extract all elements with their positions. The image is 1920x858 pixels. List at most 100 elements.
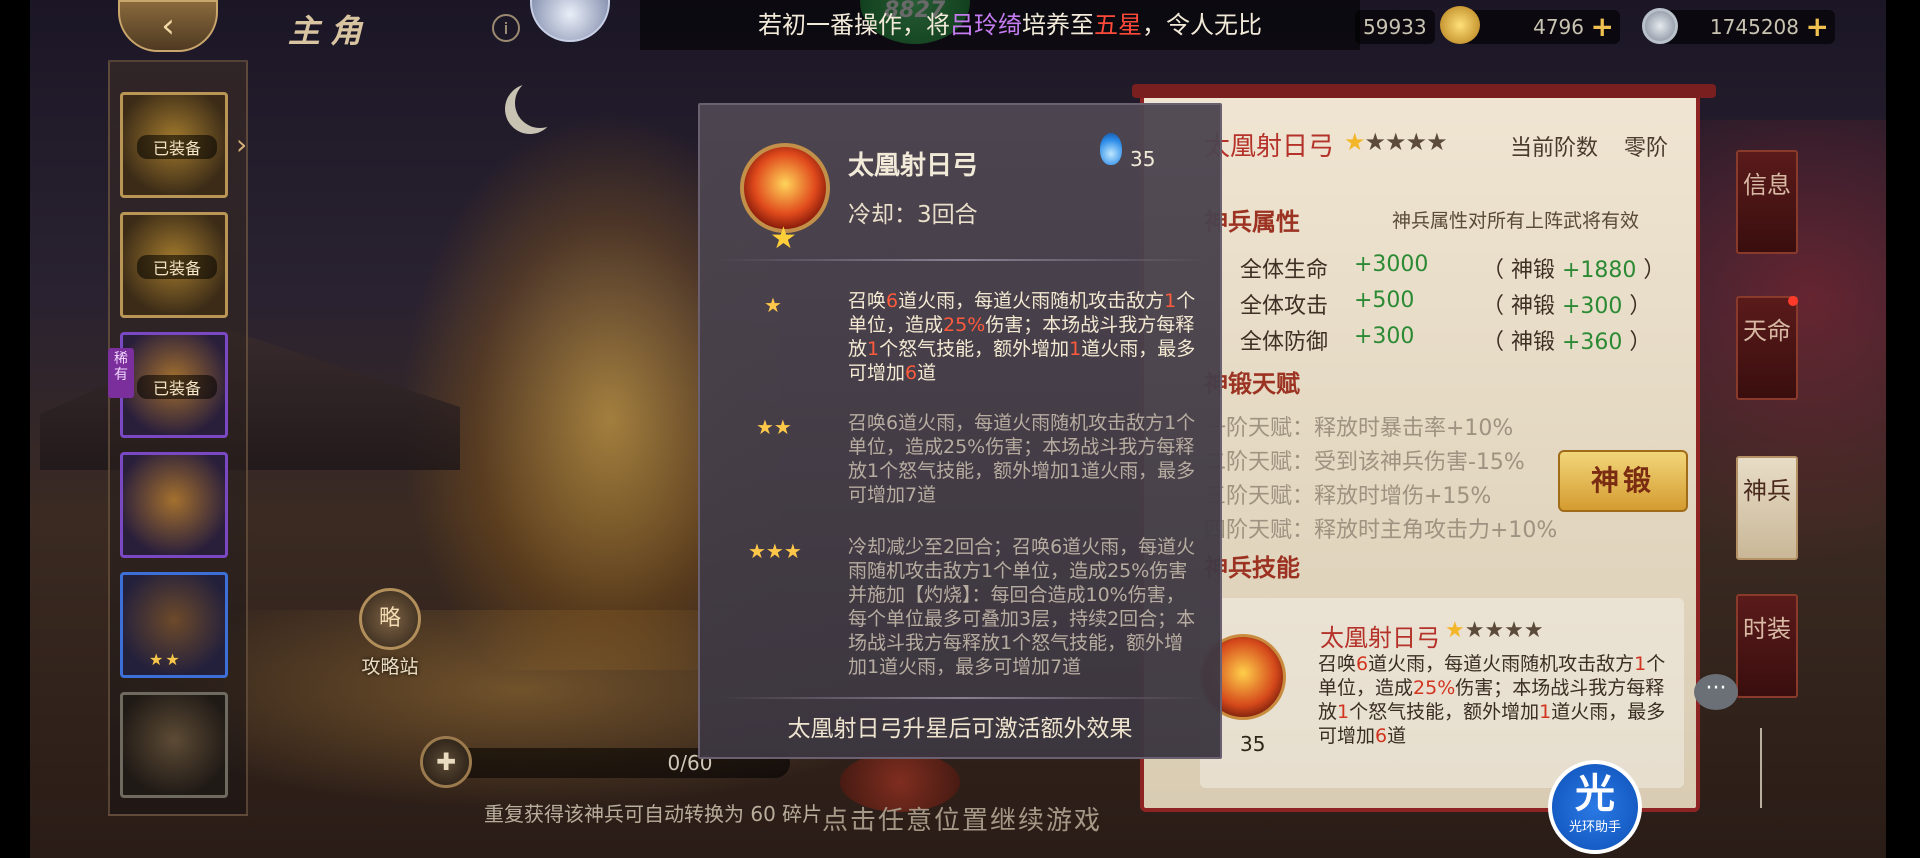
star-lit: ★ — [1445, 618, 1465, 643]
logo-glyph: 光 — [1575, 771, 1615, 817]
weapon-slot-3[interactable]: 已装备 — [120, 332, 228, 438]
add-coin-button[interactable]: + — [1806, 10, 1829, 44]
add-gold-button[interactable]: + — [1591, 10, 1614, 44]
talent-item: 一阶天赋：释放时暴击率+10% — [1204, 416, 1514, 441]
talent-item: 四阶天赋：释放时主角攻击力+10% — [1204, 518, 1558, 543]
chevron-right-icon[interactable]: › — [236, 128, 256, 168]
marquee-rank: 五星 — [1094, 11, 1142, 39]
auto-convert-note: 重复获得该神兵可自动转换为 60 碎片 — [484, 802, 823, 826]
talent-item: 二阶天赋：受到该神兵伤害-15% — [1204, 450, 1525, 475]
weapon-slot-6[interactable] — [120, 692, 228, 798]
bonus-label: （ 神锻 — [1482, 294, 1555, 319]
broadcast-marquee: 若初一番操作，将吕玲绮培养至五星，令人无比 — [640, 0, 1360, 50]
notification-dot — [1788, 296, 1798, 306]
weapon-info-panel: 太凰射日弓 ★★★★★ 当前阶数 零阶 神兵属性 神兵属性对所有上阵武将有效 全… — [1132, 84, 1716, 812]
info-icon[interactable]: i — [492, 14, 520, 42]
weapon-list: 已装备 已装备 已装备 ★★ — [108, 60, 248, 816]
tab-info[interactable]: 信息 — [1736, 150, 1798, 254]
temple-roof — [40, 330, 460, 470]
tooltip-cooldown: 冷却：3回合 — [848, 202, 978, 228]
desc-highlight: 6 — [1356, 653, 1369, 675]
shenduan-button[interactable]: 神锻 — [1558, 450, 1688, 512]
tab-destiny[interactable]: 天命 — [1736, 296, 1798, 400]
tab-costume[interactable]: 时装 — [1736, 594, 1798, 698]
weapon-slot-4[interactable] — [120, 452, 228, 558]
continue-hint: 点击任意位置继续游戏 — [822, 806, 1103, 836]
chat-icon[interactable]: ··· — [1694, 674, 1738, 710]
tier-value: 零阶 — [1624, 136, 1669, 161]
skill-card[interactable]: 35 太凰射日弓 ★★★★★ 召唤6道火雨，每道火雨随机攻击敌方1个单位，造成2… — [1200, 598, 1684, 788]
top-bar: ‹ 主角 i 8827 若初一番操作，将吕玲绮培养至五星，令人无比 59933 … — [30, 0, 1886, 54]
page-title: 主角 — [288, 12, 373, 50]
currency-value: 59933 — [1363, 15, 1427, 39]
skill-name: 太凰射日弓 — [1320, 624, 1440, 652]
desc-highlight: 1 — [1069, 338, 1082, 360]
desc-highlight: 6 — [886, 290, 899, 312]
desc-text: 道 — [1387, 725, 1407, 747]
rare-tag: 稀有 — [108, 348, 134, 398]
bonus-value: +300 — [1562, 294, 1623, 319]
marquee-hero: 吕玲绮 — [950, 11, 1022, 39]
desc-text: 召唤 — [1318, 653, 1357, 675]
divider — [718, 697, 1206, 699]
stat-name: 全体攻击 — [1240, 294, 1329, 319]
tooltip-skill-name: 太凰射日弓 — [848, 151, 979, 181]
currency-partial: 59933 — [1355, 10, 1435, 44]
weapon-title: 太凰射日弓 — [1204, 132, 1335, 162]
tab-weapon[interactable]: 神兵 — [1736, 456, 1798, 560]
stat-value: +500 — [1354, 288, 1415, 313]
desc-text: 道火雨，每道火雨随机攻击敌方 — [1368, 653, 1635, 675]
coin-value: 1745208 — [1709, 15, 1799, 39]
level-stars: ★ — [764, 293, 782, 317]
level-description: 冷却减少至2回合；召唤6道火雨，每道火雨随机攻击敌方1个单位，造成25%伤害并施… — [848, 536, 1196, 677]
back-arrow-icon: ‹ — [161, 6, 175, 46]
marquee-text: 培养至 — [1022, 11, 1094, 39]
star-unlit: ★★★★ — [1464, 618, 1544, 643]
star-lit: ★ — [1344, 128, 1365, 156]
desc-text: 个怒气技能，额外增加 — [879, 338, 1070, 360]
stat-value: +3000 — [1354, 252, 1429, 277]
bonus-close: ） — [1622, 330, 1652, 355]
bonus-close: ） — [1622, 294, 1652, 319]
bonus-value: +1880 — [1562, 258, 1637, 283]
gold-value: 4796 — [1533, 15, 1584, 39]
tooltip-scroll-area[interactable]: ★ 召唤6道火雨，每道火雨随机攻击敌方1个单位，造成25%伤害；本场战斗我方每释… — [700, 265, 1220, 677]
desc-text: 召唤 — [848, 290, 887, 312]
back-button[interactable]: ‹ — [118, 0, 218, 52]
bonus-close: ） — [1636, 258, 1666, 283]
desc-highlight: 1 — [1164, 290, 1177, 312]
desc-highlight: 1 — [1337, 701, 1350, 723]
tab-label: 天命 — [1743, 317, 1791, 345]
desc-highlight: 25% — [943, 314, 986, 336]
stat-bonus: （ 神锻 +1880 ） — [1482, 252, 1665, 284]
puzzle-icon: ✚ — [420, 736, 472, 788]
guide-button[interactable]: 略 攻略站 — [345, 588, 435, 678]
desc-highlight: 1 — [1634, 653, 1647, 675]
level-stars: ★★★ — [748, 539, 802, 563]
divider — [718, 259, 1206, 261]
weapon-slot-1[interactable]: 已装备 — [120, 92, 228, 198]
attr-note: 神兵属性对所有上阵武将有效 — [1392, 210, 1640, 232]
stat-name: 全体生命 — [1240, 258, 1329, 283]
blue-flame-icon — [1100, 133, 1122, 165]
letterbox-left — [0, 0, 30, 858]
bow-skill-icon — [740, 143, 830, 233]
talent-item: 三阶天赋：释放时增伤+15% — [1204, 484, 1492, 509]
desc-highlight: 1 — [867, 338, 880, 360]
weapon-slot-2[interactable]: 已装备 — [120, 212, 228, 318]
player-avatar[interactable] — [530, 0, 610, 42]
overlay-assistant-logo[interactable]: 光 光环助手 — [1548, 760, 1642, 854]
guide-icon: 略 — [359, 588, 421, 650]
skill-description: 召唤6道火雨，每道火雨随机攻击敌方1个单位，造成25%伤害；本场战斗我方每释放1… — [1318, 652, 1678, 748]
gold-currency: 4796 + — [1460, 10, 1620, 44]
equipped-badge: 已装备 — [137, 135, 217, 159]
upgrade-hint: 太凰射日弓升星后可激活额外效果 — [787, 716, 1133, 742]
slot-stars: ★★ — [149, 650, 182, 669]
desc-highlight: 25% — [1413, 677, 1456, 699]
skill-cost: 35 — [1240, 732, 1266, 756]
weapon-slot-5[interactable]: ★★ — [120, 572, 228, 678]
desc-text: 道 — [917, 362, 937, 384]
tooltip-cost: 35 — [1130, 147, 1156, 171]
desc-highlight: 1 — [1539, 701, 1552, 723]
game-screen[interactable]: ‹ 主角 i 8827 若初一番操作，将吕玲绮培养至五星，令人无比 59933 … — [0, 0, 1920, 858]
